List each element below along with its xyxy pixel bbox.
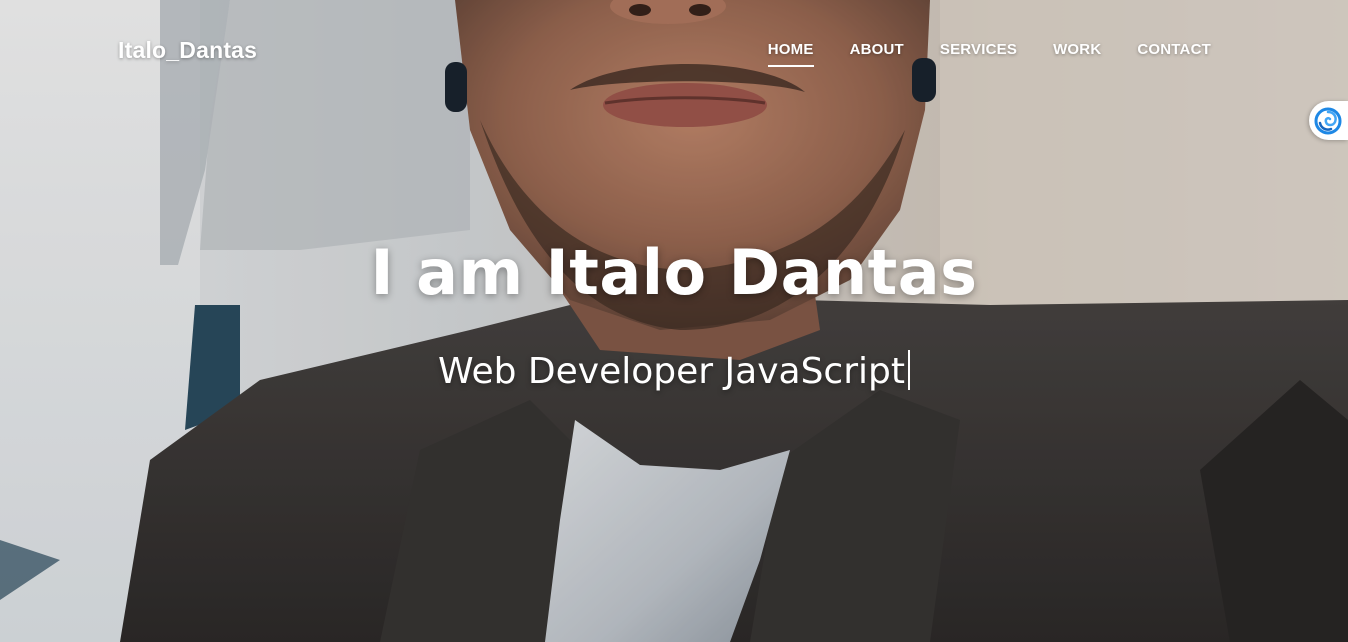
hero-section: Italo_Dantas HOME ABOUT SERVICES WORK CO… [0,0,1348,642]
typed-role-text: Web Developer JavaScript [438,351,905,392]
main-nav: HOME ABOUT SERVICES WORK CONTACT [767,41,1211,67]
nav-link-home[interactable]: HOME [767,41,814,67]
nav-link-services[interactable]: SERVICES [940,41,1017,67]
browser-extension-button[interactable] [1309,101,1348,140]
swirl-logo-icon [1314,107,1342,135]
typing-cursor [907,350,910,390]
nav-link-work[interactable]: WORK [1053,41,1101,67]
hero-headline: I am Italo Dantas [370,236,978,309]
top-navbar: Italo_Dantas HOME ABOUT SERVICES WORK CO… [0,0,1348,100]
brand-logo-text[interactable]: Italo_Dantas [118,37,257,64]
nav-link-contact[interactable]: CONTACT [1137,41,1211,67]
hero-subline: Web Developer JavaScript [0,350,1348,392]
nav-link-about[interactable]: ABOUT [850,41,904,67]
